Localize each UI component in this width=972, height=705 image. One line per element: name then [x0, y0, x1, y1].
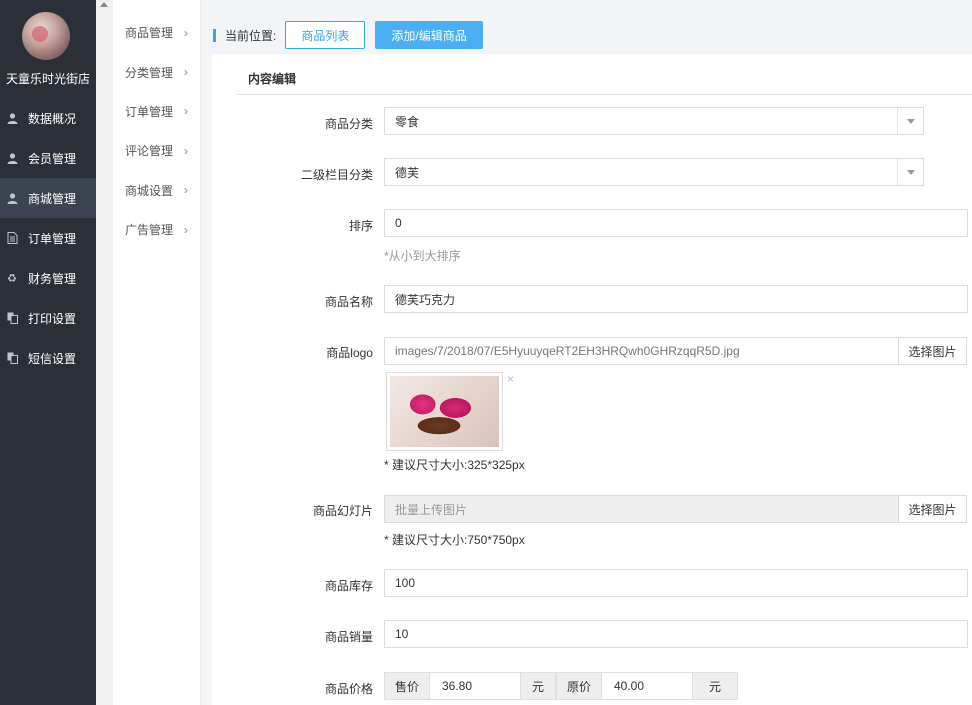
- sort-input[interactable]: 0: [384, 209, 968, 237]
- submenu-item-category[interactable]: 分类管理 ›: [113, 52, 200, 91]
- chevron-right-icon: ›: [184, 143, 188, 158]
- logo-size-hint: * 建议尺寸大小:325*325px: [384, 458, 525, 472]
- nav-item-data-overview[interactable]: 数据概况: [0, 98, 96, 138]
- nav-item-members[interactable]: 会员管理: [0, 138, 96, 178]
- goods-list-button[interactable]: 商品列表: [285, 21, 366, 49]
- slides-label: 商品幻灯片: [312, 504, 373, 518]
- chevron-right-icon: ›: [184, 65, 188, 80]
- close-icon[interactable]: ×: [507, 372, 514, 386]
- slides-pick-button[interactable]: 选择图片: [898, 495, 967, 523]
- scroll-up-arrow-icon[interactable]: [100, 2, 108, 7]
- nav-item-label: 短信设置: [28, 351, 77, 366]
- sale-price-input[interactable]: 36.80: [430, 672, 520, 700]
- user-icon: [6, 112, 18, 124]
- nav-item-sms-settings[interactable]: 短信设置: [0, 338, 96, 378]
- sort-label: 排序: [348, 219, 373, 233]
- sale-price-value: 36.80: [442, 679, 473, 693]
- logo-label: 商品logo: [326, 346, 373, 360]
- nav-item-print-settings[interactable]: 打印设置: [0, 298, 96, 338]
- main-nav: 数据概况 会员管理 商城管理 订单管理 ♻ 财务管理 打印设置 短信设置: [0, 98, 96, 378]
- nav-item-label: 财务管理: [28, 271, 77, 286]
- user-icon: [6, 152, 18, 164]
- submenu-item-goods[interactable]: 商品管理 ›: [113, 13, 200, 52]
- chevron-down-icon[interactable]: [897, 108, 923, 134]
- recycle-icon: ♻: [7, 272, 17, 285]
- copy-icon: [6, 312, 18, 324]
- submenu-item-comments[interactable]: 评论管理 ›: [113, 131, 200, 170]
- nav-item-label: 数据概况: [28, 111, 77, 126]
- category-value: 零食: [395, 114, 420, 129]
- submenu-item-ads[interactable]: 广告管理 ›: [113, 210, 200, 249]
- logo-path-value: images/7/2018/07/E5HyuuyqeRT2EH3HRQwh0GH…: [395, 344, 740, 358]
- nav-item-label: 打印设置: [28, 311, 77, 326]
- submenu-item-mall-settings[interactable]: 商城设置 ›: [113, 171, 200, 210]
- chevron-down-icon[interactable]: [897, 159, 923, 185]
- add-edit-goods-button[interactable]: 添加/编辑商品: [375, 21, 483, 49]
- main-content: 当前位置: 商品列表 添加/编辑商品 内容编辑 商品分类 零食 二级栏目分类 德…: [201, 0, 972, 705]
- sale-price-unit: 元: [520, 672, 556, 700]
- sales-label: 商品销量: [324, 630, 373, 644]
- store-avatar[interactable]: [22, 12, 70, 60]
- nav-item-mall[interactable]: 商城管理: [0, 178, 96, 218]
- submenu-item-label: 分类管理: [125, 65, 174, 80]
- category-label: 商品分类: [324, 117, 373, 131]
- submenu-item-label: 评论管理: [125, 144, 174, 159]
- main-sidebar: 天童乐时光街店 数据概况 会员管理 商城管理 订单管理 ♻ 财务管理 打印设置 …: [0, 0, 96, 705]
- sort-hint: *从小到大排序: [384, 249, 461, 263]
- nav-item-label: 订单管理: [28, 231, 77, 246]
- logo-path-input[interactable]: images/7/2018/07/E5HyuuyqeRT2EH3HRQwh0GH…: [384, 337, 899, 365]
- breadcrumb-label: 当前位置:: [225, 28, 277, 43]
- name-input[interactable]: 德芙巧克力: [384, 285, 968, 313]
- price-label: 商品价格: [324, 682, 373, 696]
- secondary-menu: 商品管理 › 分类管理 › 订单管理 › 评论管理 › 商城设置 › 广告管理 …: [113, 0, 201, 705]
- logo-pick-button[interactable]: 选择图片: [898, 337, 967, 365]
- store-name: 天童乐时光街店: [5, 72, 90, 86]
- original-price-input[interactable]: 40.00: [602, 672, 692, 700]
- breadcrumb-marker: [213, 28, 216, 42]
- slides-input[interactable]: 批量上传图片: [384, 495, 899, 523]
- nav-item-label: 会员管理: [28, 151, 77, 166]
- panel-divider: [237, 94, 972, 95]
- nav-item-orders[interactable]: 订单管理: [0, 218, 96, 258]
- subcategory-select[interactable]: 德芙: [384, 158, 924, 186]
- sort-value: 0: [395, 216, 402, 230]
- chevron-right-icon: ›: [184, 104, 188, 119]
- submenu-item-orders[interactable]: 订单管理 ›: [113, 92, 200, 131]
- breadcrumb: 当前位置: 商品列表 添加/编辑商品: [213, 21, 483, 49]
- original-price-unit: 元: [692, 672, 738, 700]
- nav-item-label: 商城管理: [28, 191, 77, 206]
- document-icon: [6, 232, 18, 244]
- sales-input[interactable]: 10: [384, 620, 968, 648]
- panel-title: 内容编辑: [248, 72, 297, 86]
- slides-size-hint: * 建议尺寸大小:750*750px: [384, 533, 525, 547]
- submenu-item-label: 订单管理: [125, 104, 174, 119]
- edit-panel: 内容编辑 商品分类 零食 二级栏目分类 德芙 排序 0 *从小到大排序 商品名称…: [212, 54, 972, 705]
- chocolate-image: [390, 376, 499, 447]
- original-price-addon: 原价: [556, 672, 602, 700]
- chevron-right-icon: ›: [184, 222, 188, 237]
- logo-thumbnail: [386, 372, 503, 451]
- nav-item-finance[interactable]: ♻ 财务管理: [0, 258, 96, 298]
- subcategory-value: 德芙: [395, 165, 420, 180]
- submenu-item-label: 商城设置: [125, 183, 174, 198]
- name-label: 商品名称: [324, 295, 373, 309]
- stock-input[interactable]: 100: [384, 569, 968, 597]
- slides-placeholder: 批量上传图片: [395, 502, 468, 517]
- sale-price-addon: 售价: [384, 672, 430, 700]
- subcategory-label: 二级栏目分类: [300, 168, 373, 182]
- chevron-right-icon: ›: [184, 183, 188, 198]
- chevron-right-icon: ›: [184, 25, 188, 40]
- original-price-value: 40.00: [614, 679, 645, 693]
- user-icon: [6, 192, 18, 204]
- price-input-group: 售价 36.80 元 原价 40.00 元: [384, 672, 738, 700]
- copy-icon: [6, 352, 18, 364]
- sidebar-scrollbar[interactable]: [96, 0, 113, 705]
- submenu-item-label: 广告管理: [125, 223, 174, 238]
- sales-value: 10: [395, 627, 409, 641]
- stock-label: 商品库存: [324, 579, 373, 593]
- name-value: 德芙巧克力: [395, 292, 456, 307]
- submenu-item-label: 商品管理: [125, 26, 174, 41]
- stock-value: 100: [395, 576, 416, 590]
- category-select[interactable]: 零食: [384, 107, 924, 135]
